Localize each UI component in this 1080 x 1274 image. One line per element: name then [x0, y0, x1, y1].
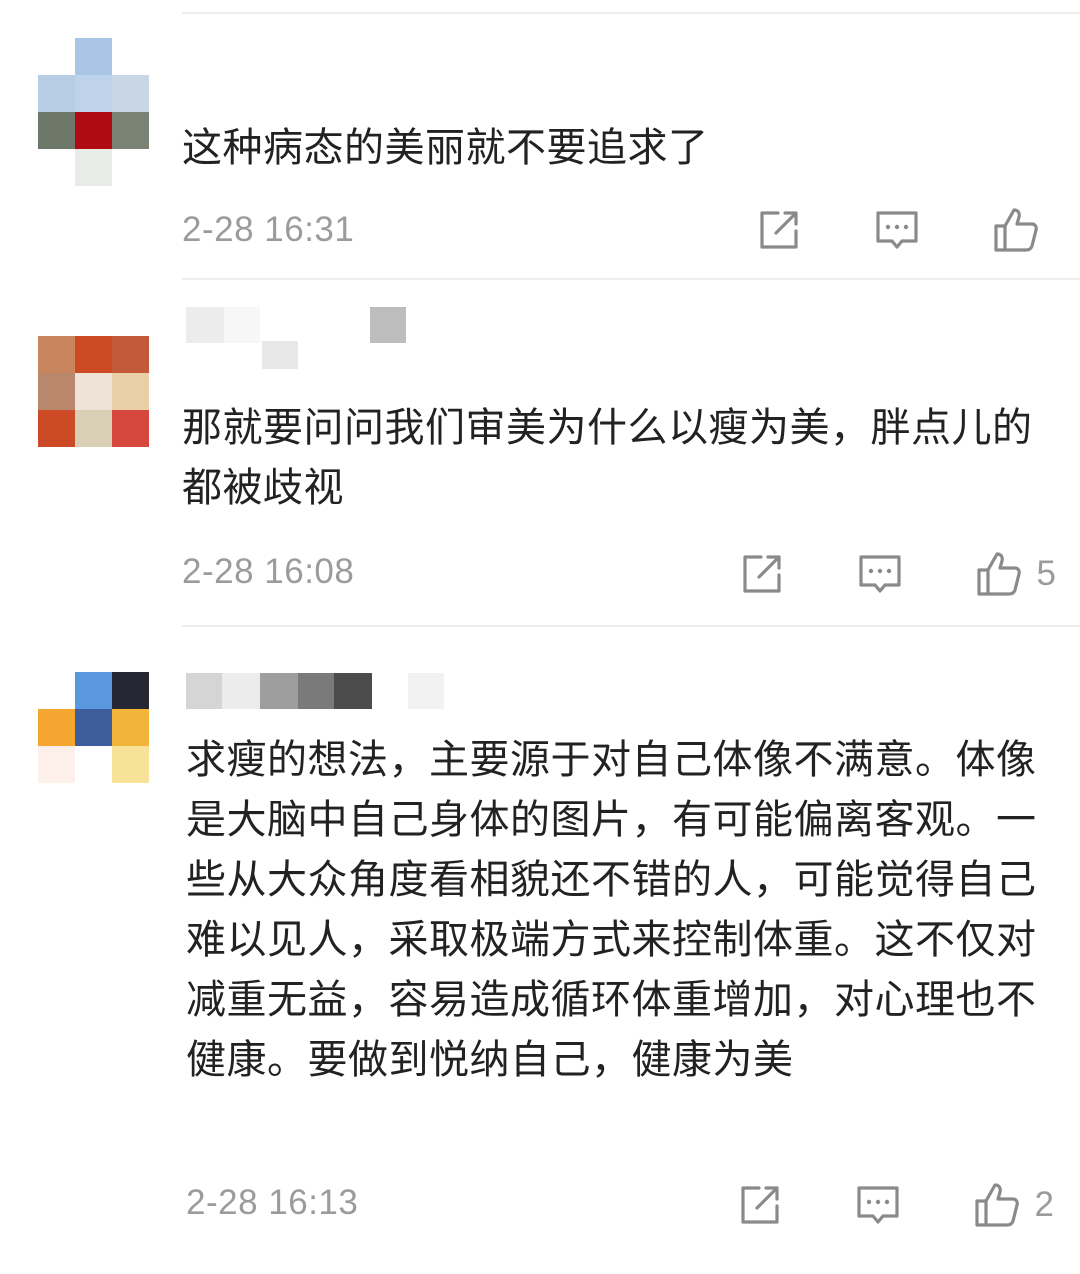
avatar[interactable]: [38, 336, 149, 484]
comment-item: 求瘦的想法，主要源于对自己体像不满意。体像是大脑中自己身体的图片，有可能偏离客观…: [0, 627, 1080, 1274]
share-button[interactable]: [756, 207, 802, 253]
comment-timestamp: 2-28 16:08: [182, 552, 355, 591]
comment-text: 这种病态的美丽就不要追求了: [182, 125, 709, 171]
avatar[interactable]: [38, 38, 149, 186]
like-count: 5: [1036, 554, 1056, 593]
comment-timestamp: 2-28 16:31: [182, 210, 355, 249]
thumbs-up-icon: [976, 552, 1021, 596]
reply-button[interactable]: [857, 551, 903, 597]
comment-actions: 5: [739, 546, 1056, 602]
like-button[interactable]: 2: [973, 1181, 1054, 1229]
comment-icon: [858, 555, 901, 593]
share-icon: [760, 211, 798, 249]
comment-icon: [876, 211, 918, 249]
share-button[interactable]: [739, 551, 785, 597]
comment-timestamp: 2-28 16:13: [186, 1183, 359, 1222]
comment-actions: 2: [737, 1177, 1054, 1233]
comment-icon: [856, 1186, 899, 1224]
thumbs-up-icon: [994, 208, 1038, 252]
comment-text: 求瘦的想法，主要源于对自己体像不满意。体像是大脑中自己身体的图片，有可能偏离客观…: [186, 737, 1037, 1083]
avatar[interactable]: [38, 672, 149, 820]
like-button[interactable]: 5: [975, 550, 1056, 598]
username-pixelated[interactable]: [186, 672, 444, 710]
share-icon: [740, 1186, 779, 1224]
comment-item: 这种病态的美丽就不要追求了 2-28 16:31: [0, 0, 1080, 280]
like-button[interactable]: [992, 206, 1040, 254]
comment-text: 那就要问问我们审美为什么以瘦为美，胖点儿的都被歧视: [182, 405, 1033, 511]
thumbs-up-icon: [974, 1183, 1019, 1227]
like-count: 2: [1034, 1185, 1054, 1224]
username-pixelated: [262, 336, 298, 374]
comment-actions: [756, 202, 1040, 258]
share-button[interactable]: [737, 1182, 783, 1228]
reply-button[interactable]: [855, 1182, 901, 1228]
reply-button[interactable]: [874, 207, 920, 253]
comment-item: 那就要问问我们审美为什么以瘦为美，胖点儿的都被歧视 2-28 16:08 5: [0, 280, 1080, 625]
share-icon: [742, 555, 781, 593]
